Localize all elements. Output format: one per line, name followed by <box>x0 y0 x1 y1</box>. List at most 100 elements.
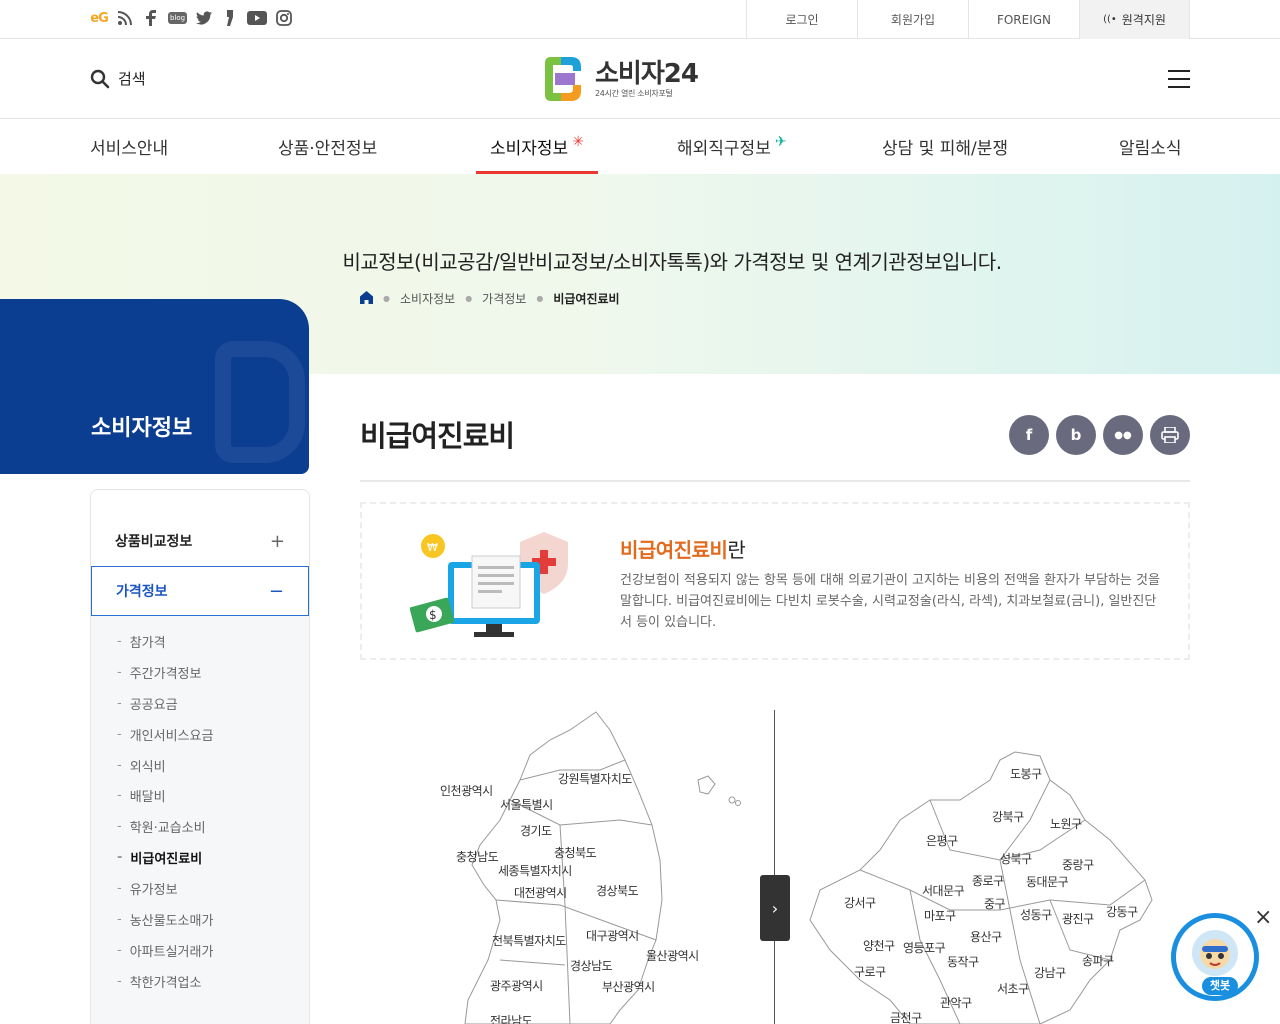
side-sub-item[interactable]: 배달비 <box>91 780 309 811</box>
map-district-label[interactable]: 용산구 <box>970 928 1002 945</box>
join-link[interactable]: 회원가입 <box>857 0 968 39</box>
map-district-label[interactable]: 서대문구 <box>922 882 965 899</box>
map-region-label[interactable]: 전라남도 <box>490 1012 533 1024</box>
side-sub-item[interactable]: 유가정보 <box>91 873 309 904</box>
map-district-label[interactable]: 강남구 <box>1034 964 1066 981</box>
map-district-label[interactable]: 강서구 <box>844 894 876 911</box>
chatbot-label: 챗봇 <box>1202 977 1238 995</box>
map-region-label[interactable]: 광주광역시 <box>490 977 543 994</box>
story-icon[interactable] <box>221 8 239 28</box>
all-menu-button[interactable] <box>1168 70 1190 88</box>
rss-icon[interactable] <box>116 8 134 28</box>
youtube-icon[interactable] <box>247 8 268 28</box>
home-icon[interactable] <box>360 290 373 307</box>
side-group-product-compare[interactable]: 상품비교정보 + <box>91 516 309 566</box>
breadcrumb-item[interactable]: 소비자정보 <box>400 290 455 307</box>
gnb-consultation[interactable]: 상담 및 피해/분쟁 <box>882 119 1008 174</box>
medical-bill-illustration: ₩ $ <box>409 526 570 641</box>
side-sub-item[interactable]: 개인서비스요금 <box>91 719 309 750</box>
map-region-label[interactable]: 경기도 <box>520 822 552 839</box>
map-district-label[interactable]: 양천구 <box>863 937 895 954</box>
map-toggle-button[interactable]: › <box>760 875 790 941</box>
foreign-link[interactable]: FOREIGN <box>968 0 1079 39</box>
side-navigation: 상품비교정보 + 가격정보 − 참가격 주간가격정보 공공요금 개인서비스요금 … <box>90 489 310 1024</box>
map-district-label[interactable]: 마포구 <box>924 907 956 924</box>
map-district-label[interactable]: 서초구 <box>997 980 1029 997</box>
map-region-label[interactable]: 서울특별시 <box>500 796 553 813</box>
map-region-label[interactable]: 강원특별자치도 <box>558 770 632 787</box>
map-district-label[interactable]: 도봉구 <box>1010 765 1042 782</box>
map-district-label[interactable]: 구로구 <box>854 963 886 980</box>
page-title: 비급여진료비 <box>360 419 515 453</box>
instagram-icon[interactable] <box>275 8 293 28</box>
close-icon[interactable]: × <box>1254 907 1274 929</box>
map-region-label[interactable]: 전북특별자치도 <box>492 932 566 949</box>
logo-watermark-icon <box>215 341 305 463</box>
side-sub-item[interactable]: 아파트실거래가 <box>91 935 309 966</box>
map-region-label[interactable]: 부산광역시 <box>602 978 655 995</box>
side-sub-item[interactable]: 참가격 <box>91 626 309 657</box>
twitter-icon[interactable] <box>195 8 213 28</box>
map-region-label[interactable]: 대전광역시 <box>514 884 567 901</box>
login-link[interactable]: 로그인 <box>746 0 857 39</box>
breadcrumb-item[interactable]: 가격정보 <box>482 290 526 307</box>
definition-heading: 비급여진료비란 <box>620 538 746 562</box>
map-district-label[interactable]: 동작구 <box>947 953 979 970</box>
remote-support-label: 원격지원 <box>1121 13 1166 27</box>
map-district-label[interactable]: 노원구 <box>1050 815 1082 832</box>
map-region-label[interactable]: 세종특별자치시 <box>498 862 572 879</box>
gnb-overseas-purchase[interactable]: 해외직구정보 ✈ <box>677 119 787 174</box>
gnb-product-safety[interactable]: 상품·안전정보 <box>278 119 377 174</box>
facebook-icon[interactable] <box>142 8 160 28</box>
map-region-label[interactable]: 경상남도 <box>570 957 613 974</box>
site-logo[interactable]: 소비자24 24시간 열린 소비자포털 <box>541 55 699 103</box>
blog-icon[interactable]: blog <box>168 12 188 24</box>
talk-share-icon[interactable]: ●● <box>1103 415 1143 455</box>
side-sub-item[interactable]: 착한가격업소 <box>91 966 309 997</box>
map-district-label[interactable]: 강동구 <box>1106 903 1138 920</box>
map-district-label[interactable]: 중랑구 <box>1062 856 1094 873</box>
map-district-label[interactable]: 종로구 <box>972 872 1004 889</box>
facebook-share-icon[interactable]: f <box>1009 415 1049 455</box>
breadcrumb: ● 소비자정보 ● 가격정보 ● 비급여진료비 <box>360 290 620 307</box>
map-district-label[interactable]: 송파구 <box>1082 952 1114 969</box>
search-button[interactable]: 검색 <box>90 68 146 89</box>
site-header: 검색 소비자24 24시간 열린 소비자포털 <box>0 39 1280 119</box>
map-district-label[interactable]: 성동구 <box>1020 906 1052 923</box>
map-district-label[interactable]: 광진구 <box>1062 910 1094 927</box>
side-group-price-info[interactable]: 가격정보 − <box>91 566 309 616</box>
map-district-label[interactable]: 동대문구 <box>1026 873 1069 890</box>
gnb-service-guide[interactable]: 서비스안내 <box>90 119 168 174</box>
map-district-label[interactable]: 은평구 <box>926 832 958 849</box>
map-region-label[interactable]: 충청북도 <box>554 844 597 861</box>
remote-support-link[interactable]: ((• 원격지원 <box>1079 0 1190 39</box>
side-sub-item[interactable]: 학원·교습소비 <box>91 811 309 842</box>
map-region-label[interactable]: 울산광역시 <box>646 947 699 964</box>
map-district-label[interactable]: 성북구 <box>1000 850 1032 867</box>
map-region-label[interactable]: 인천광역시 <box>440 782 493 799</box>
map-region-label[interactable]: 대구광역시 <box>586 927 639 944</box>
gnb-consumer-info[interactable]: 소비자정보 ✳ <box>476 119 598 174</box>
side-sub-item[interactable]: 공공요금 <box>91 688 309 719</box>
map-region-label[interactable]: 충청남도 <box>456 848 499 865</box>
map-region-label[interactable]: 경상북도 <box>596 882 639 899</box>
map-district-label[interactable]: 영등포구 <box>903 939 946 956</box>
map-district-label[interactable]: 관악구 <box>940 994 972 1011</box>
side-sub-item[interactable]: 외식비 <box>91 750 309 781</box>
side-sub-item-active[interactable]: 비급여진료비 <box>91 842 309 873</box>
eg-logo-icon[interactable]: eG <box>90 8 109 28</box>
main-navigation: 서비스안내 상품·안전정보 소비자정보 ✳ 해외직구정보 ✈ 상담 및 피해/분쟁 … <box>0 119 1280 174</box>
print-icon[interactable] <box>1150 415 1190 455</box>
band-share-icon[interactable]: b <box>1056 415 1096 455</box>
map-district-label[interactable]: 금천구 <box>890 1009 922 1024</box>
map-district-label[interactable]: 중구 <box>984 895 1006 912</box>
chatbot-button[interactable]: 챗봇 <box>1171 913 1259 1001</box>
search-icon <box>90 69 110 88</box>
side-sub-item[interactable]: 농산물도소매가 <box>91 904 309 935</box>
map-district-label[interactable]: 강북구 <box>992 808 1024 825</box>
side-sub-item[interactable]: 주간가격정보 <box>91 657 309 688</box>
hero-description: 비교정보(비교공감/일반비교정보/소비자톡톡)와 가격정보 및 연계기관정보입니… <box>342 250 1002 274</box>
definition-box: ₩ $ 비급여진료비란 건강보험이 적용되지 않는 항목 등에 대해 의료기관이… <box>360 502 1190 660</box>
gnb-news[interactable]: 알림소식 <box>1119 119 1182 174</box>
share-buttons: f b ●● <box>1009 415 1190 455</box>
